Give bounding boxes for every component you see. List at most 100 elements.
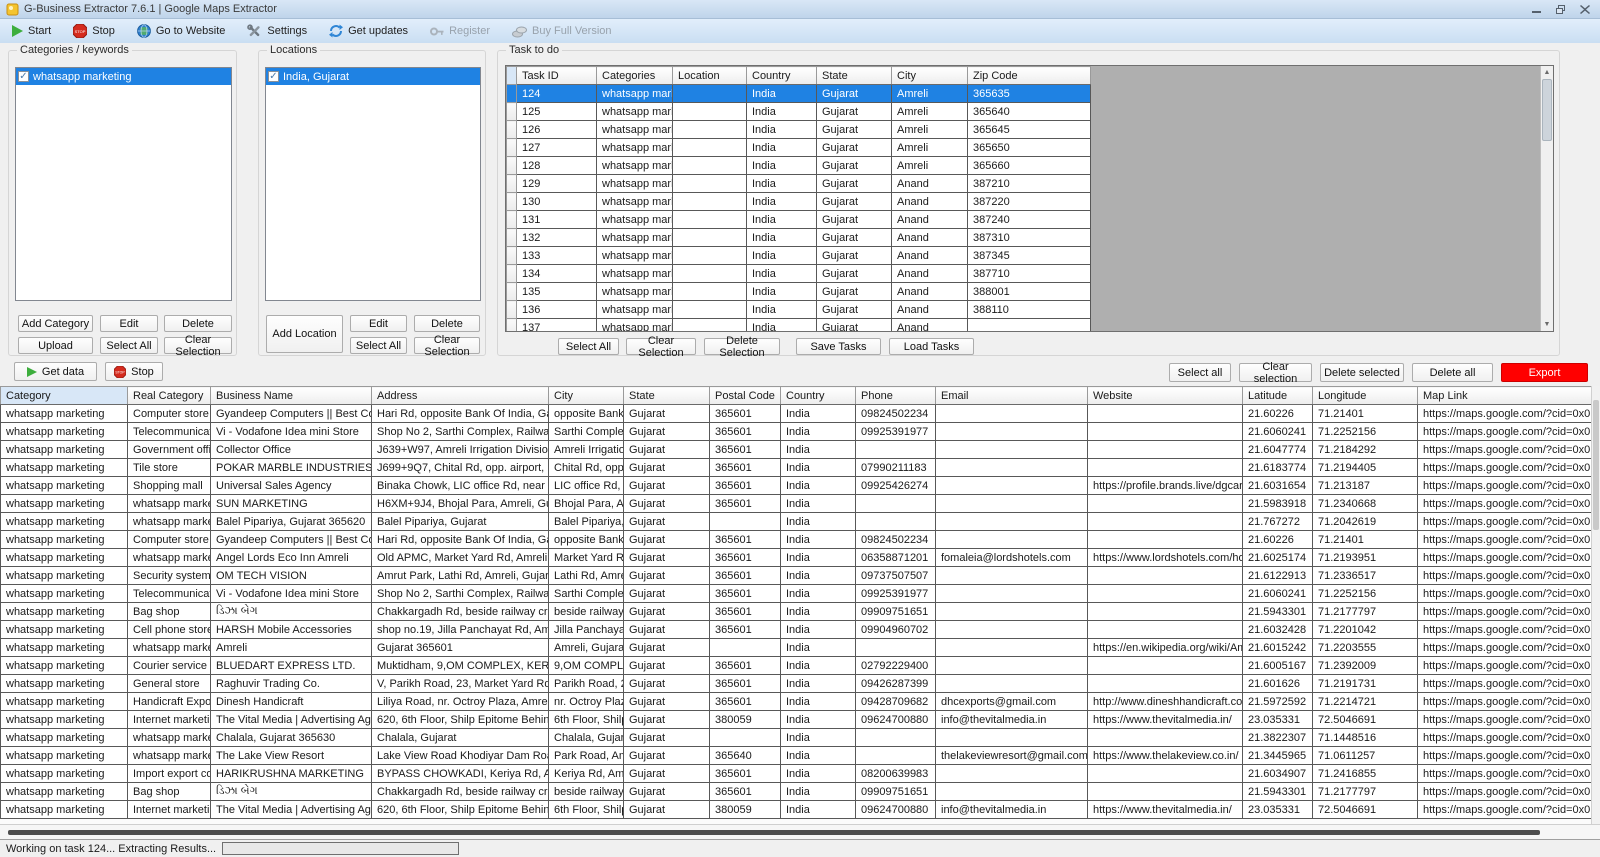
task-delete-selection-button[interactable]: Delete Selection (704, 338, 780, 355)
column-header[interactable]: Postal Code (710, 387, 781, 405)
column-header[interactable]: Category (1, 387, 128, 405)
table-row[interactable]: 135whatsapp marketi...IndiaGujaratAnand3… (507, 283, 1091, 301)
table-row[interactable]: whatsapp marketingCourier serviceBLUEDAR… (1, 657, 1592, 675)
table-row[interactable]: 124whatsapp marketi...IndiaGujaratAmreli… (507, 85, 1091, 103)
locations-list[interactable]: India, Gujarat (265, 67, 481, 301)
load-tasks-button[interactable]: Load Tasks (889, 338, 974, 355)
column-header[interactable]: Categories (597, 67, 673, 85)
column-header[interactable]: State (817, 67, 892, 85)
table-row[interactable]: whatsapp marketingTelecommunicati...Vi -… (1, 585, 1592, 603)
table-row[interactable]: whatsapp marketingwhatsapp marketi...Cha… (1, 729, 1592, 747)
checkbox[interactable] (268, 71, 279, 82)
table-row[interactable]: whatsapp marketingHandicraft ExporterDin… (1, 693, 1592, 711)
stop-extraction-button[interactable]: STOP Stop (105, 362, 163, 381)
table-row[interactable]: whatsapp marketingTelecommunicati...Vi -… (1, 423, 1592, 441)
table-row[interactable]: 126whatsapp marketi...IndiaGujaratAmreli… (507, 121, 1091, 139)
table-row[interactable]: 131whatsapp marketi...IndiaGujaratAnand3… (507, 211, 1091, 229)
table-row[interactable]: whatsapp marketingComputer storeGyandeep… (1, 531, 1592, 549)
table-row[interactable]: 125whatsapp marketi...IndiaGujaratAmreli… (507, 103, 1091, 121)
task-clear-selection-button[interactable]: Clear Selection (626, 338, 696, 355)
column-header[interactable]: Latitude (1243, 387, 1313, 405)
list-item[interactable]: whatsapp marketing (16, 68, 231, 85)
start-button[interactable]: Start (12, 25, 51, 37)
column-header[interactable]: Map Link (1418, 387, 1592, 405)
table-row[interactable]: whatsapp marketingwhatsapp marketi...Bal… (1, 513, 1592, 531)
categories-list[interactable]: whatsapp marketing (15, 67, 232, 301)
task-select-all-button[interactable]: Select All (558, 338, 619, 355)
get-data-button[interactable]: Get data (14, 362, 97, 381)
column-header[interactable]: Website (1088, 387, 1243, 405)
stop-button[interactable]: STOP Stop (73, 24, 115, 38)
column-header[interactable]: Country (781, 387, 856, 405)
checkbox[interactable] (18, 71, 29, 82)
table-row[interactable]: whatsapp marketingBag shopડિઝા બેગChakka… (1, 783, 1592, 801)
table-row[interactable]: 136whatsapp marketi...IndiaGujaratAnand3… (507, 301, 1091, 319)
table-row[interactable]: 130whatsapp marketi...IndiaGujaratAnand3… (507, 193, 1091, 211)
table-row[interactable]: 132whatsapp marketi...IndiaGujaratAnand3… (507, 229, 1091, 247)
edit-category-button[interactable]: Edit (100, 315, 158, 332)
column-header[interactable]: Email (936, 387, 1088, 405)
get-updates-button[interactable]: Get updates (329, 24, 408, 38)
register-button[interactable]: Register (430, 25, 490, 38)
clear-categories-button[interactable]: Clear Selection (164, 337, 232, 354)
scrollbar-thumb[interactable] (1593, 400, 1599, 530)
column-header[interactable]: City (549, 387, 624, 405)
column-header[interactable]: Phone (856, 387, 936, 405)
table-row[interactable]: 133whatsapp marketi...IndiaGujaratAnand3… (507, 247, 1091, 265)
table-row[interactable]: whatsapp marketingTile storePOKAR MARBLE… (1, 459, 1592, 477)
column-header[interactable]: Address (372, 387, 549, 405)
results-delete-all-button[interactable]: Delete all (1412, 363, 1493, 382)
table-row[interactable]: 129whatsapp marketi...IndiaGujaratAnand3… (507, 175, 1091, 193)
delete-location-button[interactable]: Delete (414, 315, 480, 332)
select-all-locations-button[interactable]: Select All (350, 337, 407, 354)
table-row[interactable]: whatsapp marketingBag shopડિઝા બેગChakka… (1, 603, 1592, 621)
add-location-button[interactable]: Add Location (266, 315, 343, 353)
scroll-up-icon[interactable]: ▲ (1541, 66, 1553, 79)
column-header[interactable]: State (624, 387, 710, 405)
table-row[interactable]: whatsapp marketingImport export co...HAR… (1, 765, 1592, 783)
table-row[interactable]: whatsapp marketingComputer storeGyandeep… (1, 405, 1592, 423)
delete-category-button[interactable]: Delete (164, 315, 232, 332)
scrollbar-thumb[interactable] (8, 830, 1540, 835)
results-select-all-button[interactable]: Select all (1169, 363, 1231, 382)
save-tasks-button[interactable]: Save Tasks (796, 338, 881, 355)
column-header[interactable]: Real Category (128, 387, 211, 405)
buy-full-version-button[interactable]: Buy Full Version (512, 25, 611, 38)
results-scrollbar[interactable] (1591, 386, 1600, 824)
table-row[interactable]: whatsapp marketingwhatsapp marketi...SUN… (1, 495, 1592, 513)
edit-location-button[interactable]: Edit (350, 315, 407, 332)
table-row[interactable]: whatsapp marketingInternet marketin...Th… (1, 801, 1592, 819)
table-row[interactable]: 128whatsapp marketi...IndiaGujaratAmreli… (507, 157, 1091, 175)
table-row[interactable]: whatsapp marketingGeneral storeRaghuvir … (1, 675, 1592, 693)
column-header[interactable]: Longitude (1313, 387, 1418, 405)
add-category-button[interactable]: Add Category (18, 315, 93, 332)
table-row[interactable]: whatsapp marketingGovernment officeColle… (1, 441, 1592, 459)
column-header[interactable]: Task ID (517, 67, 597, 85)
column-header[interactable]: City (892, 67, 968, 85)
list-item[interactable]: India, Gujarat (266, 68, 480, 85)
restore-button[interactable] (1556, 5, 1566, 14)
clear-locations-button[interactable]: Clear Selection (414, 337, 480, 354)
table-row[interactable]: whatsapp marketingShopping mallUniversal… (1, 477, 1592, 495)
column-header[interactable]: Business Name (211, 387, 372, 405)
results-delete-selected-button[interactable]: Delete selected (1320, 363, 1404, 382)
upload-button[interactable]: Upload (18, 337, 93, 354)
scroll-down-icon[interactable]: ▼ (1541, 318, 1553, 331)
export-button[interactable]: Export (1501, 363, 1588, 382)
go-to-website-button[interactable]: Go to Website (137, 24, 226, 38)
close-button[interactable] (1580, 5, 1590, 14)
select-all-categories-button[interactable]: Select All (100, 337, 158, 354)
table-row[interactable]: 134whatsapp marketi...IndiaGujaratAnand3… (507, 265, 1091, 283)
scrollbar-thumb[interactable] (1542, 79, 1552, 141)
horizontal-scrollbar[interactable] (0, 824, 1600, 839)
settings-button[interactable]: Settings (247, 24, 307, 38)
table-row[interactable]: whatsapp marketingCell phone storeHARSH … (1, 621, 1592, 639)
column-header[interactable]: Location (673, 67, 747, 85)
table-row[interactable]: whatsapp marketingwhatsapp marketi...Ang… (1, 549, 1592, 567)
column-header[interactable]: Country (747, 67, 817, 85)
task-scrollbar[interactable]: ▲ ▼ (1540, 66, 1553, 331)
table-row[interactable]: whatsapp marketingwhatsapp marketi...The… (1, 747, 1592, 765)
table-row[interactable]: whatsapp marketingSecurity system i...OM… (1, 567, 1592, 585)
table-row[interactable]: 137whatsapp marketi...IndiaGujaratAnand (507, 319, 1091, 333)
table-row[interactable]: whatsapp marketingInternet marketin...Th… (1, 711, 1592, 729)
